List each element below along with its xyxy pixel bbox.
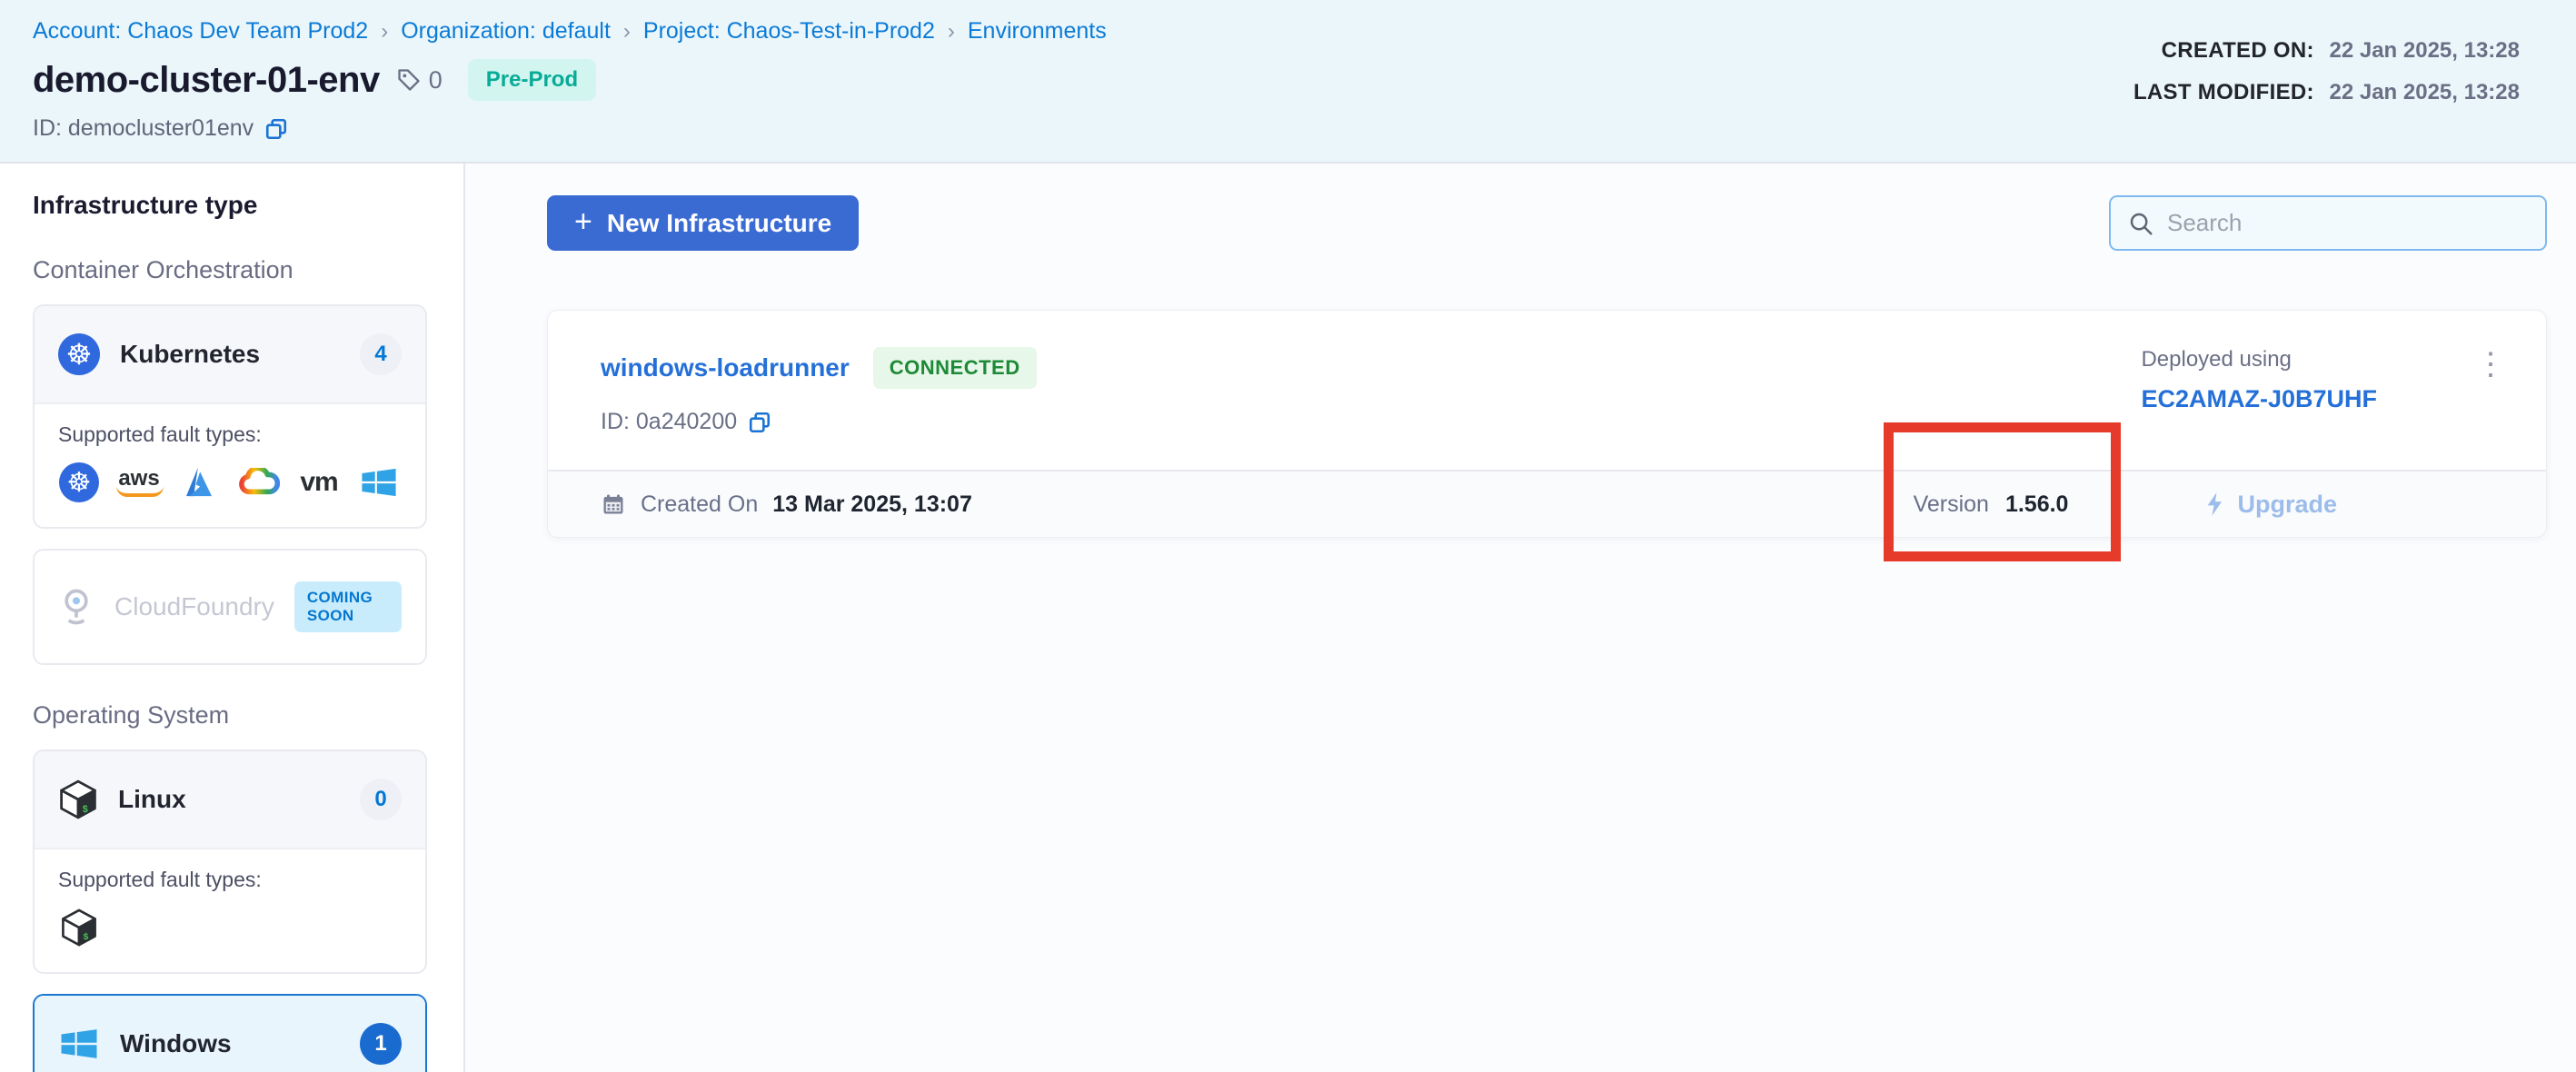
calendar-icon bbox=[601, 491, 626, 517]
last-modified-value: 22 Jan 2025, 13:28 bbox=[2330, 80, 2521, 104]
card-name: Windows bbox=[120, 1029, 232, 1058]
section-operating-system: Operating System bbox=[33, 701, 427, 730]
plus-icon: + bbox=[574, 206, 592, 237]
status-badge: CONNECTED bbox=[873, 347, 1037, 389]
infrastructure-name-link[interactable]: windows-loadrunner bbox=[601, 353, 850, 382]
environment-main-panel: + New Infrastructure windows-loadrunner … bbox=[465, 164, 2576, 1072]
last-modified-label: LAST MODIFIED: bbox=[2133, 80, 2314, 104]
kubernetes-count-badge: 4 bbox=[360, 333, 402, 375]
created-on-value: 22 Jan 2025, 13:28 bbox=[2330, 38, 2521, 63]
created-on-label: CREATED ON: bbox=[2162, 38, 2314, 63]
tag-icon bbox=[396, 67, 422, 93]
fault-types-label: Supported fault types: bbox=[58, 868, 402, 892]
new-infrastructure-button[interactable]: + New Infrastructure bbox=[547, 195, 859, 251]
tag-count-value: 0 bbox=[429, 66, 443, 94]
aws-icon: aws bbox=[118, 468, 159, 497]
created-on-value: 13 Mar 2025, 13:07 bbox=[772, 491, 972, 518]
version-label: Version bbox=[1914, 491, 1989, 518]
search-icon bbox=[2127, 210, 2154, 237]
sidebar-item-cloudfoundry: CloudFoundry COMING SOON bbox=[33, 549, 427, 665]
coming-soon-badge: COMING SOON bbox=[294, 581, 402, 632]
windows-count-badge: 1 bbox=[360, 1023, 402, 1065]
search-box[interactable] bbox=[2109, 195, 2547, 251]
windows-icon bbox=[58, 1025, 100, 1063]
infrastructure-card: windows-loadrunner CONNECTED ID: 0a24020… bbox=[547, 310, 2547, 538]
breadcrumb-account[interactable]: Account: Chaos Dev Team Prod2 bbox=[33, 18, 368, 45]
azure-icon bbox=[178, 462, 220, 503]
kubernetes-icon: ☸ bbox=[59, 462, 99, 502]
created-on-label: Created On bbox=[641, 491, 758, 518]
infrastructure-id: ID: 0a240200 bbox=[601, 409, 737, 435]
breadcrumb-separator: › bbox=[623, 19, 631, 45]
breadcrumb-environments[interactable]: Environments bbox=[968, 18, 1107, 45]
sidebar-item-linux[interactable]: $ Linux 0 Supported fault types: $ bbox=[33, 749, 427, 974]
breadcrumb-separator: › bbox=[381, 19, 388, 45]
sidebar-title: Infrastructure type bbox=[33, 191, 427, 220]
vmware-icon: vm bbox=[300, 467, 337, 498]
search-input[interactable] bbox=[2167, 209, 2529, 237]
breadcrumb-organization[interactable]: Organization: default bbox=[401, 18, 611, 45]
card-menu-kebab-icon[interactable]: ⋮ bbox=[2475, 349, 2506, 380]
version-value: 1.56.0 bbox=[2005, 491, 2069, 518]
linux-icon: $ bbox=[58, 907, 100, 948]
lightning-icon bbox=[2204, 491, 2226, 517]
windows-icon bbox=[358, 462, 400, 503]
header-dates: CREATED ON: 22 Jan 2025, 13:28 LAST MODI… bbox=[2133, 38, 2520, 122]
card-name: Linux bbox=[118, 785, 186, 814]
gcp-icon bbox=[238, 462, 280, 503]
svg-text:$: $ bbox=[83, 932, 88, 943]
breadcrumb-project[interactable]: Project: Chaos-Test-in-Prod2 bbox=[643, 18, 935, 45]
linux-count-badge: 0 bbox=[360, 779, 402, 820]
page-header: Account: Chaos Dev Team Prod2 › Organiza… bbox=[0, 0, 2576, 164]
upgrade-button[interactable]: Upgrade bbox=[2204, 491, 2337, 519]
infrastructure-type-sidebar: Infrastructure type Container Orchestrat… bbox=[0, 164, 465, 1072]
env-type-badge: Pre-Prod bbox=[468, 59, 596, 101]
deployed-using-label: Deployed using bbox=[2141, 347, 2377, 372]
sidebar-item-windows[interactable]: Windows 1 Supported fault types: bbox=[33, 994, 427, 1072]
svg-text:$: $ bbox=[83, 805, 89, 816]
copy-icon[interactable] bbox=[264, 117, 288, 141]
environment-id: ID: democluster01env bbox=[33, 115, 254, 142]
breadcrumb-separator: › bbox=[948, 19, 955, 45]
page-title: demo-cluster-01-env bbox=[33, 60, 380, 101]
tags-count: 0 bbox=[396, 66, 443, 94]
card-name: Kubernetes bbox=[120, 340, 260, 369]
section-container-orchestration: Container Orchestration bbox=[33, 256, 427, 284]
card-name: CloudFoundry bbox=[114, 592, 274, 621]
copy-icon[interactable] bbox=[748, 411, 771, 434]
deployed-using-link[interactable]: EC2AMAZ-J0B7UHF bbox=[2141, 385, 2377, 413]
linux-icon: $ bbox=[58, 779, 98, 820]
sidebar-item-kubernetes[interactable]: ☸ Kubernetes 4 Supported fault types: ☸ … bbox=[33, 304, 427, 529]
cloudfoundry-icon bbox=[58, 587, 94, 627]
kubernetes-icon: ☸ bbox=[58, 333, 100, 375]
fault-types-label: Supported fault types: bbox=[58, 422, 402, 447]
